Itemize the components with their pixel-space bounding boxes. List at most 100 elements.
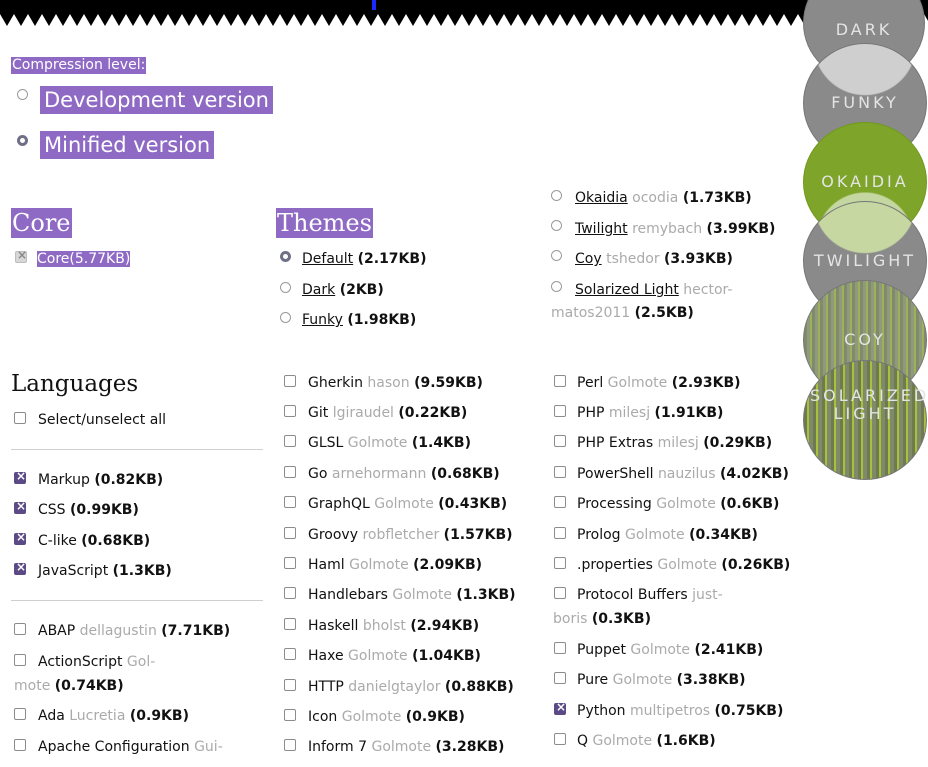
language-item[interactable]: Groovy robfletcher (1.57KB) [308, 527, 513, 543]
language-checkbox[interactable] [14, 530, 26, 545]
language-item-default[interactable]: CSS (0.99KB) [38, 502, 139, 518]
language-size: (1.91KB) [654, 405, 724, 421]
minified-version-radio[interactable] [17, 135, 28, 146]
language-checkbox[interactable] [284, 739, 296, 751]
language-checkbox[interactable] [284, 557, 296, 569]
language-item-default[interactable]: Markup (0.82KB) [38, 472, 163, 488]
theme-twilight-radio[interactable] [551, 220, 562, 231]
language-checkbox[interactable] [284, 648, 296, 660]
theme-okaidia-link[interactable]: Okaidia [575, 190, 628, 206]
language-item[interactable]: Prolog Golmote (0.34KB) [577, 527, 758, 543]
theme-default-link[interactable]: Default [302, 251, 353, 267]
language-name: PHP [577, 405, 605, 421]
language-item[interactable]: Haxe Golmote (1.04KB) [308, 648, 481, 664]
language-checkbox[interactable] [554, 527, 566, 539]
language-checkbox[interactable] [284, 587, 296, 599]
language-item[interactable]: Git lgiraudel (0.22KB) [308, 405, 467, 421]
theme-preview-solarized-light[interactable]: SOLARIZED LIGHT [803, 360, 927, 480]
language-item-actionscript-cont: mote (0.74KB) [14, 678, 124, 694]
language-checkbox[interactable] [284, 405, 296, 417]
language-item-default[interactable]: C-like (0.68KB) [38, 533, 150, 549]
theme-coy-link[interactable]: Coy [575, 251, 602, 267]
language-item-abap[interactable]: ABAP dellagustin (7.71KB) [38, 623, 230, 639]
language-item[interactable]: Processing Golmote (0.6KB) [577, 496, 779, 512]
language-item[interactable]: PHP milesj (1.91KB) [577, 405, 723, 421]
language-item[interactable]: Protocol Buffers just- [577, 587, 723, 603]
language-checkbox[interactable] [554, 375, 566, 387]
theme-solarized-light-radio[interactable] [551, 281, 562, 292]
theme-dark-item[interactable]: Dark (2KB) [302, 282, 384, 298]
language-checkbox[interactable] [554, 435, 566, 447]
language-item[interactable]: Puppet Golmote (2.41KB) [577, 642, 763, 658]
theme-solarized-light-link[interactable]: Solarized Light [575, 282, 679, 298]
theme-solarized-light-item[interactable]: Solarized Light hector- [575, 282, 732, 298]
language-author: Golmote [392, 587, 452, 603]
language-checkbox[interactable] [284, 496, 296, 508]
theme-dark-link[interactable]: Dark [302, 282, 335, 298]
language-checkbox[interactable] [284, 466, 296, 478]
language-item[interactable]: Pure Golmote (3.38KB) [577, 672, 746, 688]
development-version-label[interactable]: Development version [40, 86, 273, 114]
language-item[interactable]: Inform 7 Golmote (3.28KB) [308, 739, 504, 755]
language-item[interactable]: PowerShell nauzilus (4.02KB) [577, 466, 789, 482]
language-checkbox[interactable] [14, 469, 26, 484]
language-checkbox[interactable] [554, 496, 566, 508]
language-checkbox[interactable] [284, 435, 296, 447]
language-checkbox[interactable] [14, 654, 26, 666]
development-version-radio[interactable] [17, 89, 28, 100]
theme-dark-radio[interactable] [280, 282, 291, 293]
theme-coy-radio[interactable] [551, 250, 562, 261]
language-item[interactable]: Go arnehormann (0.68KB) [308, 466, 500, 482]
language-size: (0.75KB) [714, 703, 784, 719]
theme-okaidia-item[interactable]: Okaidia ocodia (1.73KB) [575, 190, 752, 206]
language-item-apache-configuration[interactable]: Apache Configuration Gui- [38, 739, 223, 755]
theme-funky-radio[interactable] [280, 312, 291, 323]
language-checkbox[interactable] [284, 709, 296, 721]
language-checkbox[interactable] [14, 499, 26, 514]
language-item[interactable]: Handlebars Golmote (1.3KB) [308, 587, 516, 603]
language-item[interactable]: .properties Golmote (0.26KB) [577, 557, 790, 573]
select-all-label[interactable]: Select/unselect all [38, 412, 166, 428]
language-checkbox[interactable] [14, 708, 26, 720]
language-checkbox[interactable] [554, 642, 566, 654]
language-checkbox[interactable] [554, 733, 566, 745]
language-checkbox[interactable] [284, 679, 296, 691]
theme-default-item[interactable]: Default (2.17KB) [302, 251, 426, 267]
language-item[interactable]: GLSL Golmote (1.4KB) [308, 435, 471, 451]
theme-default-radio[interactable] [280, 251, 291, 262]
language-checkbox[interactable] [554, 587, 566, 599]
select-all-checkbox[interactable] [14, 412, 26, 424]
theme-funky-item[interactable]: Funky (1.98KB) [302, 312, 416, 328]
language-checkbox[interactable] [14, 623, 26, 635]
theme-okaidia-radio[interactable] [551, 190, 562, 201]
theme-twilight-link[interactable]: Twilight [575, 221, 628, 237]
language-checkbox[interactable] [554, 700, 566, 715]
language-item[interactable]: Perl Golmote (2.93KB) [577, 375, 741, 391]
language-item[interactable]: Python multipetros (0.75KB) [577, 703, 783, 719]
language-item[interactable]: Gherkin hason (9.59KB) [308, 375, 483, 391]
language-item[interactable]: PHP Extras milesj (0.29KB) [577, 435, 772, 451]
theme-funky-link[interactable]: Funky [302, 312, 343, 328]
minified-version-label[interactable]: Minified version [40, 131, 215, 159]
language-checkbox[interactable] [284, 527, 296, 539]
theme-twilight-item[interactable]: Twilight remybach (3.99KB) [575, 221, 775, 237]
theme-coy-item[interactable]: Coy tshedor (3.93KB) [575, 251, 733, 267]
language-checkbox[interactable] [554, 466, 566, 478]
language-item-actionscript[interactable]: ActionScript Gol- [38, 654, 155, 670]
language-item[interactable]: Haskell bholst (2.94KB) [308, 618, 479, 634]
language-item[interactable]: Icon Golmote (0.9KB) [308, 709, 465, 725]
language-item-ada[interactable]: Ada Lucretia (0.9KB) [38, 708, 189, 724]
language-checkbox[interactable] [14, 739, 26, 751]
language-item[interactable]: HTTP danielgtaylor (0.88KB) [308, 679, 514, 695]
language-checkbox[interactable] [554, 672, 566, 684]
language-item-default[interactable]: JavaScript (1.3KB) [38, 563, 172, 579]
language-checkbox[interactable] [14, 560, 26, 575]
language-checkbox[interactable] [554, 405, 566, 417]
language-item[interactable]: GraphQL Golmote (0.43KB) [308, 496, 507, 512]
language-item[interactable]: Q Golmote (1.6KB) [577, 733, 716, 749]
language-checkbox[interactable] [284, 375, 296, 387]
language-checkbox[interactable] [554, 557, 566, 569]
language-size: (9.59KB) [414, 375, 483, 391]
language-item[interactable]: Haml Golmote (2.09KB) [308, 557, 482, 573]
language-checkbox[interactable] [284, 618, 296, 630]
